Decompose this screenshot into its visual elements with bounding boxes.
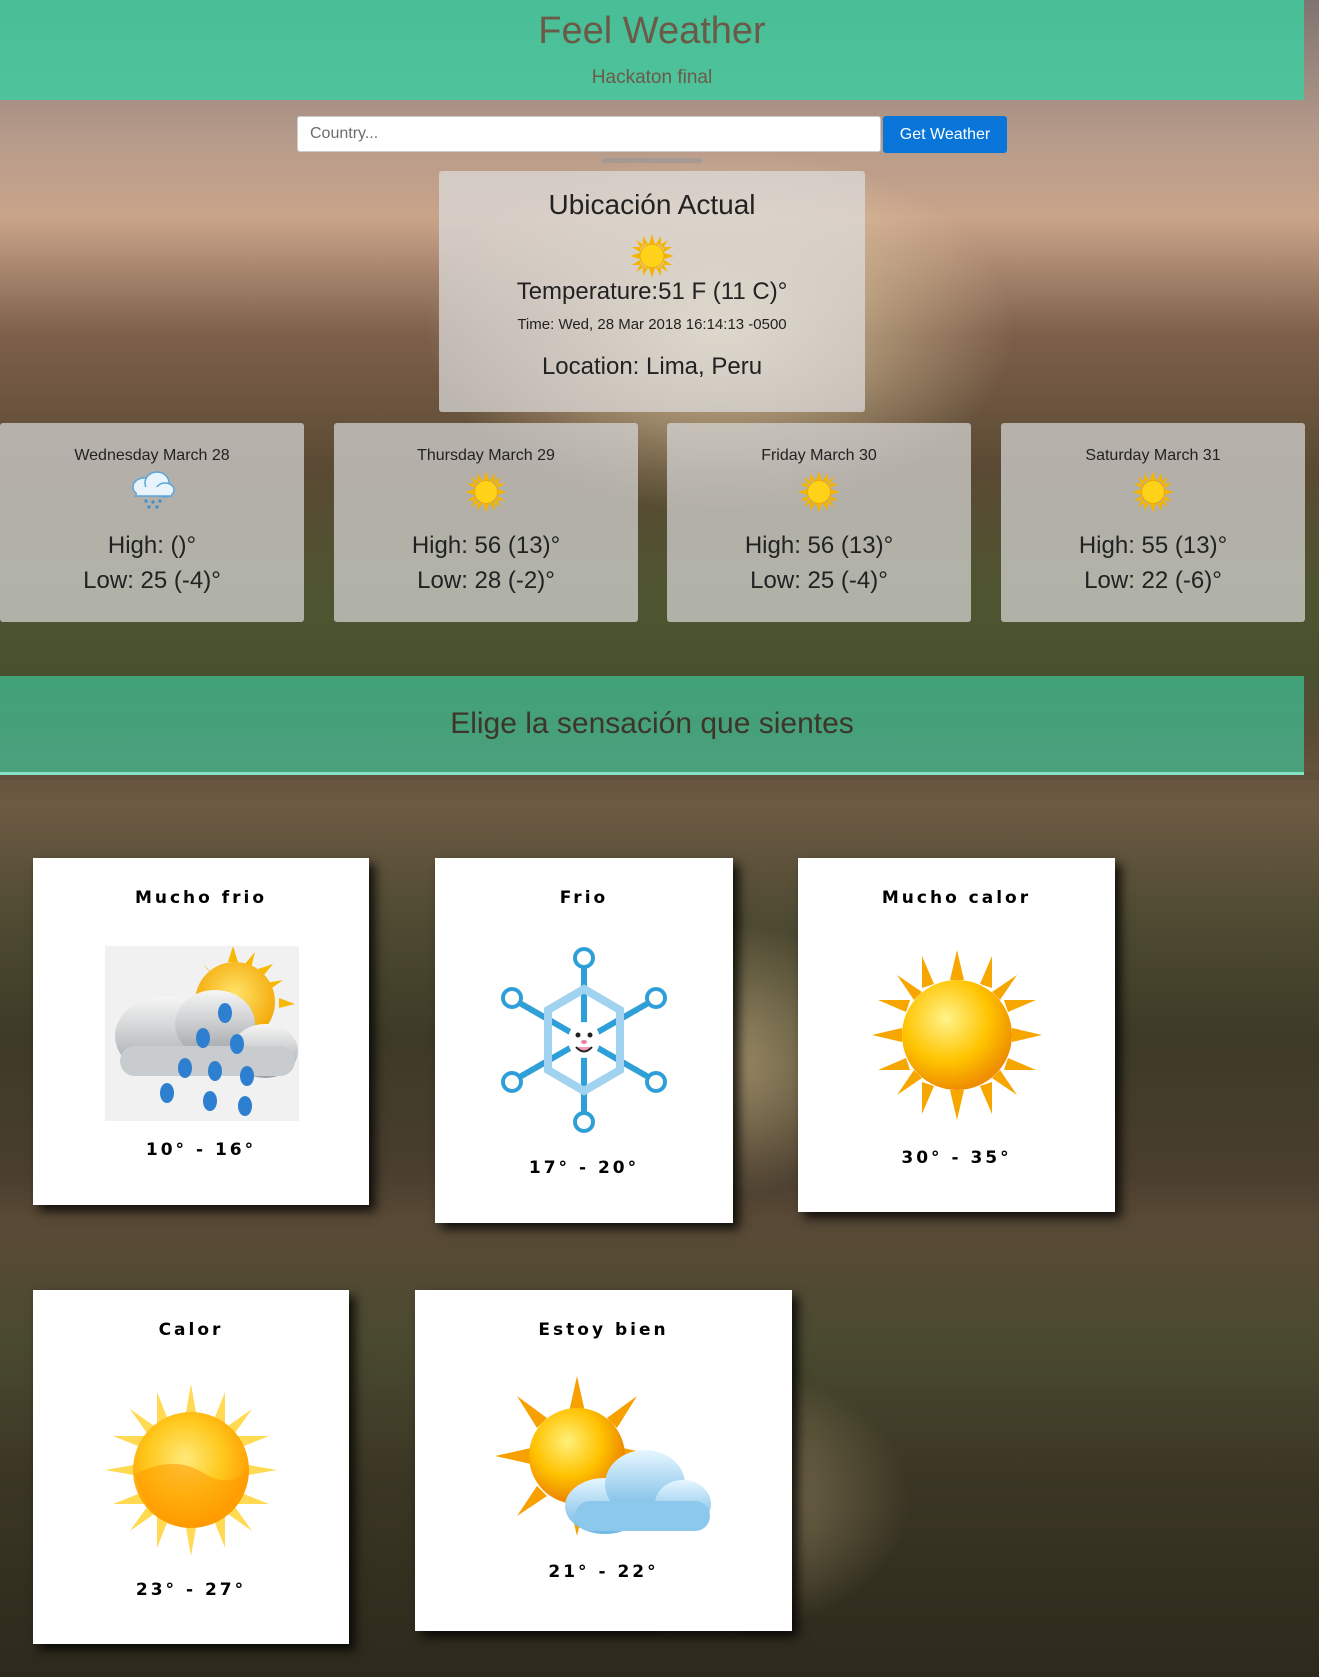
forecast-high: High: ()° [107, 532, 197, 559]
sun-icon [1132, 471, 1174, 513]
forecast-high: High: 56 (13)° [744, 532, 894, 559]
country-search-input[interactable] [297, 116, 881, 152]
feeling-card-title: Mucho frio [134, 888, 268, 908]
forecast-low: Low: 22 (-6)° [1084, 567, 1222, 594]
forecast-low: Low: 25 (-4)° [83, 567, 221, 594]
sun-icon [465, 471, 507, 513]
forecast-high: High: 56 (13)° [411, 532, 561, 559]
forecast-low: Low: 25 (-4)° [750, 567, 888, 594]
feeling-card-estoy-bien[interactable]: Estoy bien 21° - 22° [415, 1290, 792, 1631]
feeling-card-mucho-calor[interactable]: Mucho calor 30° - 35° [798, 858, 1115, 1212]
current-temperature: Temperature:51 F (11 C)° [516, 278, 788, 305]
forecast-day: Thursday March 29 [417, 447, 555, 464]
sun-icon [105, 1384, 277, 1556]
feeling-banner: Elige la sensación que sientes [0, 676, 1304, 775]
forecast-card: Friday March 30 High: 56 (13)° Low: 25 (… [667, 423, 971, 622]
feeling-card-title: Mucho calor [881, 888, 1032, 908]
current-location-card: Ubicación Actual Temperature:51 F (11 C)… [439, 171, 865, 412]
feeling-card-calor[interactable]: Calor 23° - 27° [33, 1290, 349, 1644]
feeling-card-range: 10° - 16° [145, 1140, 257, 1160]
current-time: Time: Wed, 28 Mar 2018 16:14:13 -0500 [517, 316, 787, 333]
sun-icon [798, 471, 840, 513]
sun-icon [872, 950, 1042, 1120]
feeling-card-range: 21° - 22° [548, 1562, 659, 1582]
current-location-heading: Ubicación Actual [548, 189, 756, 220]
rain-cloud-icon [132, 471, 175, 509]
feeling-card-title: Frio [559, 888, 609, 908]
forecast-day: Friday March 30 [761, 447, 877, 464]
current-location: Location: Lima, Peru [541, 353, 763, 380]
feeling-card-title: Calor [158, 1320, 224, 1340]
feeling-card-range: 17° - 20° [528, 1158, 640, 1178]
background-band [0, 1222, 1319, 1230]
forecast-card: Saturday March 31 High: 55 (13)° Low: 22… [1001, 423, 1305, 622]
feeling-card-frio[interactable]: Frio 17° - 20° [435, 858, 733, 1223]
page-title: Feel Weather [538, 10, 766, 52]
sun-icon [630, 234, 674, 278]
feeling-card-range: 30° - 35° [901, 1148, 1012, 1168]
sun-cloud-rain-icon [105, 946, 299, 1121]
forecast-low: Low: 28 (-2)° [417, 567, 555, 594]
forecast-card: Thursday March 29 High: 56 (13)° Low: 28… [334, 423, 638, 622]
feeling-card-range: 23° - 27° [135, 1580, 247, 1600]
get-weather-button[interactable]: Get Weather [883, 116, 1007, 153]
header: Feel Weather Hackaton final [0, 0, 1304, 100]
feeling-banner-text: Elige la sensación que sientes [450, 707, 854, 740]
forecast-card: Wednesday March 28 High: ()° Low: 25 (-4… [0, 423, 304, 622]
snowflake-icon [501, 947, 667, 1133]
forecast-day: Wednesday March 28 [74, 447, 230, 464]
page-subtitle: Hackaton final [591, 67, 713, 88]
forecast-day: Saturday March 31 [1085, 447, 1221, 464]
forecast-high: High: 55 (13)° [1078, 532, 1228, 559]
sun-cloud-icon [495, 1376, 711, 1536]
scroll-indicator [602, 158, 702, 163]
feeling-card-mucho-frio[interactable]: Mucho frio 10° - 16° [33, 858, 369, 1205]
feeling-card-title: Estoy bien [538, 1320, 669, 1340]
